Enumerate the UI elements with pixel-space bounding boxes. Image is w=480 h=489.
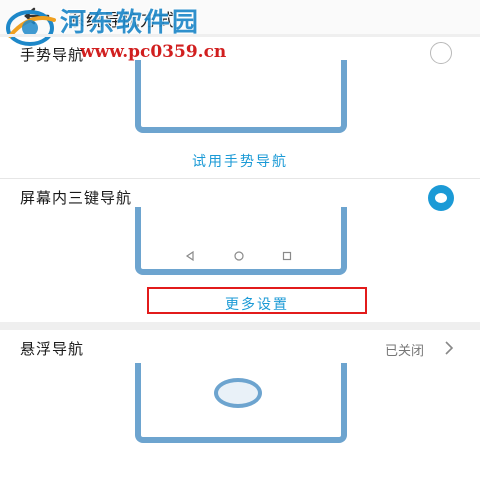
option-label: 悬浮导航 [20,340,85,358]
option-label: 手势导航 [20,46,85,64]
chevron-right-icon [445,341,454,355]
home-circle-icon [234,251,244,261]
floating-status: 已关闭 [385,344,425,359]
option-label: 屏幕内三键导航 [20,189,133,207]
phone-preview-three-key [135,207,347,275]
more-settings-button[interactable]: 更多设置 [147,294,367,314]
try-gesture-link[interactable]: 试用手势导航 [0,151,480,171]
floating-dock-icon [214,378,262,408]
recent-square-icon [282,251,292,261]
back-triangle-icon [185,250,194,262]
radio-unselected-icon[interactable] [430,42,452,64]
section-separator [0,322,480,330]
phone-preview-gesture [135,60,347,133]
radio-selected-icon[interactable] [428,185,454,211]
